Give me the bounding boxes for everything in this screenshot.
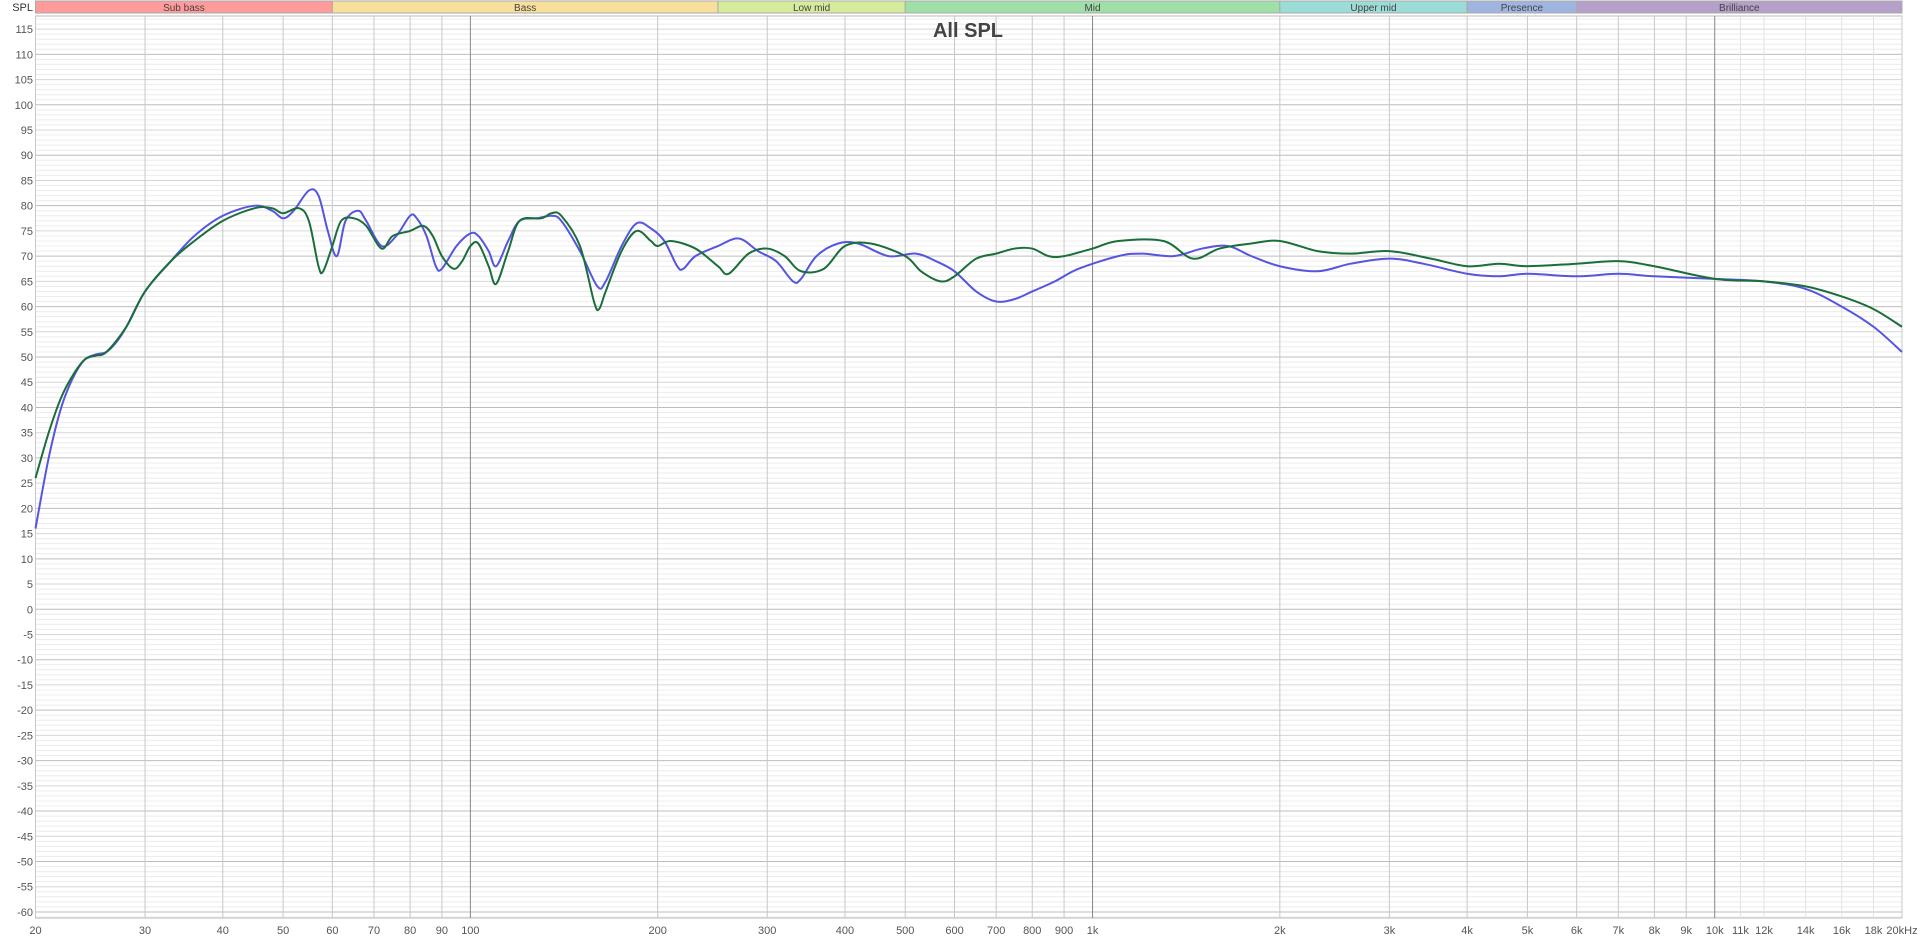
x-tick-label: 400 [836,925,854,937]
y-tick-label: 85 [21,175,33,187]
x-tick-label: 5k [1522,925,1534,937]
x-tick-label: 30 [139,925,151,937]
y-tick-label: 20 [21,503,33,515]
spl-chart: Sub bass Bass Low mid Mid Upper mid Presence B… [12,0,1918,937]
x-tick-label: 8k [1649,925,1661,937]
x-axis-ticks: 20 30 40 50 60 70 80 90 100 200 300 400 500 600 700 800… [29,925,1917,937]
x-tick-label: 200 [648,925,666,937]
x-tick-label: 11k [1732,925,1749,937]
y-tick-label: 105 [15,75,33,87]
y-tick-label: 115 [15,24,33,36]
x-tick-label: 90 [436,925,448,937]
chart-title: All SPL [933,20,1003,42]
band-label: Presence [1501,3,1544,14]
y-tick-label: 95 [21,125,33,137]
y-tick-label: -35 [17,781,33,793]
x-tick-label: 2k [1274,925,1286,937]
x-tick-label: 9k [1680,925,1692,937]
x-tick-label: 700 [987,925,1005,937]
y-tick-label: -40 [17,806,33,818]
x-tick-label: 300 [758,925,776,937]
x-tick-label: 12k [1755,925,1773,937]
y-tick-label: 90 [21,150,33,162]
band-label: Upper mid [1350,3,1396,14]
y-tick-label: 70 [21,251,33,263]
x-tick-label: 18k [1865,925,1883,937]
x-tick-label: 60 [326,925,338,937]
y-tick-label: -15 [17,680,33,692]
x-tick-label: 20 [29,925,41,937]
x-tick-label: 3k [1384,925,1396,937]
y-tick-label: -10 [17,655,33,667]
plot-area [35,15,1903,919]
y-tick-label: 10 [21,554,33,566]
y-tick-label: 45 [21,377,33,389]
y-tick-label: 65 [21,276,33,288]
x-tick-label: 500 [896,925,914,937]
y-tick-label: 0 [27,604,33,616]
y-tick-label: 60 [21,302,33,314]
frequency-bands: Sub bass Bass Low mid Mid Upper mid Presence B… [35,0,1903,14]
band-label: Sub bass [163,3,205,14]
y-tick-label: 100 [15,100,33,112]
x-tick-label: 6k [1571,925,1583,937]
x-tick-label: 40 [217,925,229,937]
x-tick-label: 80 [404,925,416,937]
band-label: Brilliance [1719,3,1760,14]
grid [35,15,1903,919]
y-tick-label: -50 [17,856,33,868]
y-tick-label: -5 [23,629,33,641]
y-tick-label: 35 [21,428,33,440]
y-axis-label: SPL [12,2,33,14]
x-tick-label: 900 [1055,925,1073,937]
x-tick-label: 4k [1461,925,1473,937]
x-tick-label: 800 [1023,925,1041,937]
x-tick-label: 10k [1706,925,1724,937]
y-axis-ticks: 1151101051009590858075706560555045403530… [15,24,33,919]
y-tick-label: -20 [17,705,33,717]
x-tick-label: 600 [945,925,963,937]
y-tick-label: -30 [17,756,33,768]
y-tick-label: 50 [21,352,33,364]
y-tick-label: 5 [27,579,33,591]
y-tick-label: 30 [21,453,33,465]
band-label: Low mid [793,3,830,14]
x-tick-label: 7k [1613,925,1625,937]
y-tick-label: 25 [21,478,33,490]
x-tick-label: 100 [461,925,479,937]
x-tick-label: 1k [1087,925,1099,937]
x-tick-label: 20kHz [1886,925,1917,937]
band-label: Bass [514,3,536,14]
x-tick-label: 70 [368,925,380,937]
y-tick-label: 110 [15,49,33,61]
y-tick-label: 15 [21,529,33,541]
x-tick-label: 16k [1833,925,1851,937]
y-tick-label: -55 [17,882,33,894]
band-label: Mid [1084,3,1100,14]
y-tick-label: 40 [21,402,33,414]
y-tick-label: -25 [17,730,33,742]
y-tick-label: 80 [21,201,33,213]
y-tick-label: 75 [21,226,33,238]
y-tick-label: -60 [17,907,33,919]
y-tick-label: 55 [21,327,33,339]
y-tick-label: -45 [17,831,33,843]
x-tick-label: 50 [277,925,289,937]
x-tick-label: 14k [1797,925,1815,937]
